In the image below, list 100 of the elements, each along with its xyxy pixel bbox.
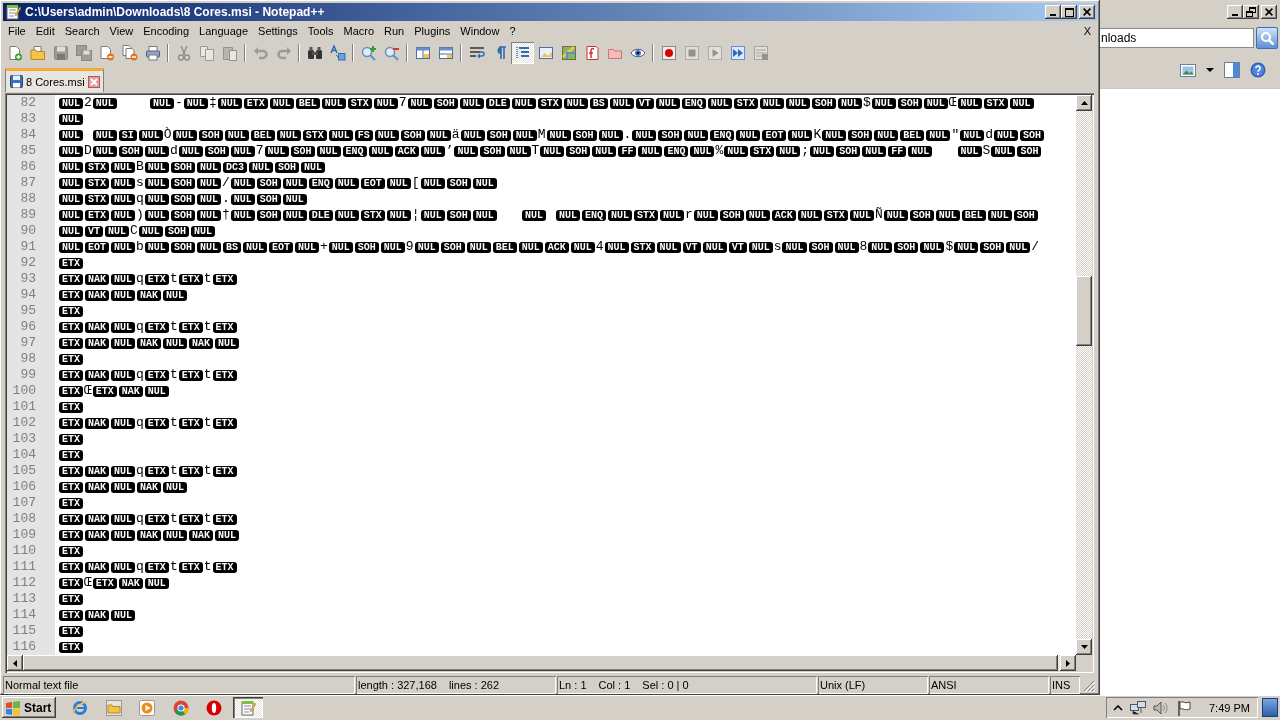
control-code-tag: ENQ — [681, 97, 706, 109]
notepad-button[interactable] — [232, 697, 263, 718]
control-code-tag: NUL — [59, 177, 83, 189]
word-wrap-icon — [468, 45, 485, 61]
control-code-tag: NUL — [638, 145, 663, 157]
menu-item[interactable]: View — [104, 22, 139, 40]
indent-guide-button[interactable] — [511, 42, 534, 64]
code-text: q — [136, 271, 144, 287]
control-code-tag: NUL — [724, 145, 749, 157]
chevron-up-icon[interactable] — [1113, 704, 1123, 711]
code-text: t — [203, 415, 212, 431]
control-code-tag: NAK — [137, 481, 162, 493]
control-code-tag: SOH — [170, 161, 195, 173]
menu-item[interactable]: ? — [504, 22, 521, 40]
code-text: D — [84, 143, 92, 159]
line-number: 93 — [19, 271, 36, 287]
line-number: 94 — [19, 287, 36, 303]
control-code-tag: NUL — [684, 129, 709, 141]
control-code-tag: NUL — [144, 177, 169, 189]
scissors-icon — [175, 45, 192, 61]
control-code-tag: NUL — [862, 145, 887, 157]
control-code-tag: NUL — [957, 145, 982, 157]
minimize-button[interactable] — [1045, 5, 1061, 19]
help-icon[interactable] — [1250, 62, 1266, 78]
maximize-button[interactable] — [1061, 5, 1077, 19]
control-code-tag: NUL — [472, 177, 497, 189]
close-button[interactable] — [1261, 5, 1277, 19]
code-text: ; — [801, 143, 810, 159]
address-field[interactable]: nloads — [1100, 28, 1254, 48]
vertical-scrollbar[interactable] — [1076, 95, 1092, 655]
control-code-tag: NUL — [111, 465, 136, 477]
control-code-tag: NUL — [269, 97, 294, 109]
control-code-tag: ETX — [59, 305, 83, 317]
control-code-tag: SOH — [170, 209, 195, 221]
line-number: 112 — [11, 575, 36, 591]
menu-item[interactable]: Plugins — [409, 22, 456, 40]
show-desktop-button[interactable] — [1262, 698, 1278, 717]
restore-button[interactable] — [1243, 5, 1259, 19]
split-window-icon — [437, 45, 454, 61]
scroll-down-button[interactable] — [1076, 639, 1092, 655]
minimize-button[interactable] — [1227, 5, 1243, 19]
clock-time[interactable]: 7:49 PM — [1209, 701, 1250, 714]
control-code-tag: NUL — [196, 177, 221, 189]
scrollbar-thumb[interactable] — [1076, 276, 1092, 346]
scroll-right-button[interactable] — [1060, 655, 1076, 671]
control-code-tag: SOH — [290, 145, 315, 157]
stop-icon — [683, 45, 700, 61]
menu-item[interactable]: Run — [379, 22, 410, 40]
control-code-tag: FS — [354, 129, 373, 141]
control-code-tag: NUL — [334, 209, 359, 221]
control-code-tag: ETX — [59, 561, 83, 573]
control-code-tag: SOH — [848, 129, 873, 141]
speaker-icon[interactable] — [1153, 699, 1169, 716]
menu-item[interactable]: Macro — [338, 22, 380, 40]
control-code-tag: NUL — [59, 209, 83, 221]
control-code-tag: NUL — [144, 145, 169, 157]
flag-icon[interactable] — [1176, 699, 1192, 716]
network-icon[interactable] — [1130, 699, 1146, 716]
menu-item[interactable]: Edit — [30, 22, 60, 40]
code-text: ä — [451, 127, 460, 143]
control-code-tag: NAK — [85, 513, 110, 525]
menu-item[interactable]: Language — [194, 22, 254, 40]
control-code-tag: NUL — [923, 97, 948, 109]
search-button[interactable] — [1256, 27, 1278, 49]
code-text: 2 — [84, 95, 92, 111]
redo-icon — [275, 45, 292, 61]
close-tab-button[interactable] — [87, 75, 100, 88]
file-tab[interactable]: 8 Cores.msi — [5, 68, 104, 92]
line-number: 111 — [11, 559, 36, 575]
control-code-tag: ETX — [243, 97, 268, 109]
menu-item[interactable]: Search — [59, 22, 105, 40]
resize-grip-icon — [1083, 680, 1095, 692]
control-code-tag: SOH — [354, 241, 379, 253]
control-code-tag: SOH — [1013, 209, 1038, 221]
start-button[interactable]: Start — [2, 697, 56, 718]
control-code-tag: ETX — [212, 513, 237, 525]
scroll-left-button[interactable] — [7, 655, 23, 671]
indent-guide-icon — [514, 45, 531, 61]
caret-down-icon[interactable] — [1206, 68, 1214, 72]
control-code-tag: NUL — [420, 209, 445, 221]
control-code-tag: SOH — [909, 209, 934, 221]
menu-item[interactable]: File — [3, 22, 31, 40]
control-code-tag: NUL — [59, 225, 83, 237]
menu-item[interactable]: Window — [455, 22, 505, 40]
picture-icon[interactable] — [1180, 62, 1196, 78]
menu-item[interactable]: Settings — [253, 22, 303, 40]
close-document-button[interactable]: X — [1079, 22, 1097, 40]
control-code-tag: NUL — [563, 97, 588, 109]
preview-pane-icon[interactable] — [1224, 62, 1240, 78]
code-text: s — [773, 239, 782, 255]
control-code-tag: NUL — [111, 273, 136, 285]
control-code-tag: ETX — [59, 577, 83, 589]
close-button[interactable] — [1079, 5, 1095, 19]
code-text: 7 — [255, 143, 264, 159]
menu-item[interactable]: Encoding — [138, 22, 195, 40]
code-text: t — [169, 463, 178, 479]
scroll-up-button[interactable] — [1076, 95, 1092, 111]
menu-item[interactable]: Tools — [302, 22, 339, 40]
zoom-out-icon — [383, 45, 400, 61]
line-number: 86 — [19, 159, 36, 175]
